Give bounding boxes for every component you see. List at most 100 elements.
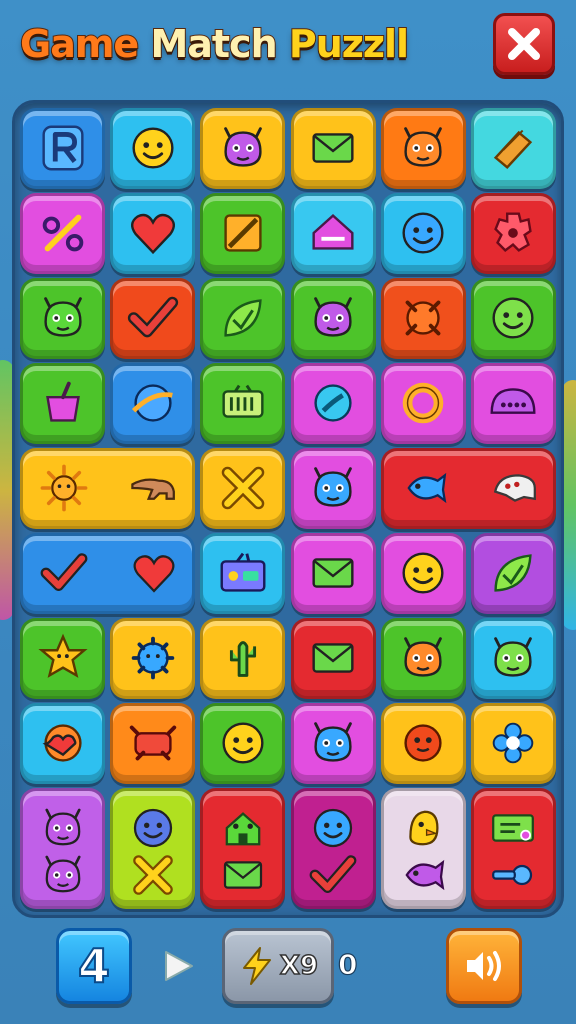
tile-bucket-icon[interactable] [20, 363, 106, 444]
dome-icon [490, 388, 536, 415]
purple-monster-icon [45, 808, 81, 846]
tile-letter-r-icon[interactable] [20, 108, 106, 189]
tile-dome-icon[interactable] [470, 363, 556, 444]
tile-x-mark-icon[interactable] [200, 448, 286, 529]
tile-scissors-icon[interactable] [20, 193, 106, 274]
checkmark-icon [309, 855, 357, 893]
tile-purple-monster-icon-purple-monster-icon[interactable] [20, 788, 106, 909]
tile-crossed-box-icon[interactable] [200, 193, 286, 274]
envelope-icon [312, 133, 354, 163]
tile-green-monster-icon[interactable] [20, 278, 106, 359]
close-button[interactable] [493, 13, 555, 75]
heart-icon [133, 555, 175, 593]
bucket-icon [45, 381, 80, 422]
orange-monster-icon [404, 637, 443, 677]
tile-cactus-icon[interactable] [200, 618, 286, 699]
tile-checkmark-icon[interactable] [110, 278, 196, 359]
tile-orange-monster-icon[interactable] [380, 618, 466, 699]
tile-checkmark-icon-heart-icon[interactable] [20, 533, 196, 614]
tile-blue-face-icon-checkmark-icon[interactable] [290, 788, 376, 909]
orange-monster-icon [404, 127, 443, 167]
x-mark-icon [132, 855, 173, 895]
leaf-check-icon [224, 299, 262, 337]
tile-green-frog-icon[interactable] [470, 618, 556, 699]
blue-fish-icon [407, 473, 447, 504]
tile-house-icon[interactable] [290, 193, 376, 274]
play-arrow-icon[interactable] [160, 948, 196, 984]
tile-envelope-icon[interactable] [290, 618, 376, 699]
game-board [12, 100, 564, 918]
tile-envelope-icon[interactable] [290, 533, 376, 614]
sound-button[interactable] [446, 928, 522, 1004]
tile-star-face-icon[interactable] [20, 618, 106, 699]
tile-green-smiley-icon[interactable] [470, 278, 556, 359]
planet-icon [131, 384, 173, 422]
tile-red-ball-icon[interactable] [380, 703, 466, 784]
tile-yellow-face-icon[interactable] [200, 703, 286, 784]
smiley-face-icon [132, 127, 174, 169]
battery-icon [222, 385, 264, 418]
tile-blue-blob-icon[interactable] [290, 703, 376, 784]
tile-blue-flower-icon[interactable] [470, 703, 556, 784]
tile-blue-ball-icon-x-mark-icon[interactable] [110, 788, 196, 909]
tile-sun-icon-anteater-icon[interactable] [20, 448, 196, 529]
lightning-icon [242, 947, 271, 985]
purple-fish-icon [405, 859, 445, 891]
tile-battery-icon[interactable] [200, 363, 286, 444]
leaf-check-icon [494, 554, 533, 592]
tile-envelope-icon[interactable] [290, 108, 376, 189]
tile-orange-monster-icon[interactable] [380, 108, 466, 189]
tile-leaf-check-icon[interactable] [470, 533, 556, 614]
tile-yellow-face-icon[interactable] [380, 533, 466, 614]
sun-icon [40, 464, 88, 512]
tile-purple-monster-icon[interactable] [200, 108, 286, 189]
tile-wood-block-icon[interactable] [470, 108, 556, 189]
boost-button[interactable]: X9 [222, 928, 334, 1004]
radio-icon [220, 553, 266, 592]
purple-cat-icon [314, 297, 352, 337]
crossed-box-icon [224, 214, 262, 252]
wood-block-icon [494, 130, 533, 170]
tile-green-house-icon-envelope-icon[interactable] [200, 788, 286, 909]
tile-blue-face-icon[interactable] [380, 193, 466, 274]
checkmark-icon [127, 296, 178, 338]
orange-ball-icon [405, 300, 441, 336]
title-part-1: Game [19, 21, 151, 67]
envelope-icon [312, 643, 354, 673]
yellow-face-icon [222, 722, 264, 764]
tile-planet-icon[interactable] [110, 363, 196, 444]
tile-blue-germ-icon[interactable] [110, 618, 196, 699]
tile-purple-cat-icon[interactable] [290, 278, 376, 359]
gear-icon [494, 212, 533, 253]
skull-icon [493, 474, 536, 503]
yellow-bird-icon [409, 810, 439, 846]
tile-blue-fish-icon-skull-icon[interactable] [380, 448, 556, 529]
title-part-3: Puzzll [288, 21, 410, 67]
star-face-icon [37, 633, 88, 679]
green-smiley-icon [492, 297, 534, 339]
tile-heart-icon[interactable] [110, 193, 196, 274]
envelope-icon [312, 558, 354, 588]
purple-monster-icon [224, 127, 262, 167]
tile-leaf-check-icon[interactable] [200, 278, 286, 359]
tile-ring-icon[interactable] [380, 363, 466, 444]
tile-crab-icon[interactable] [110, 703, 196, 784]
tile-yellow-bird-icon-purple-fish-icon[interactable] [380, 788, 466, 909]
tile-gear-icon[interactable] [470, 193, 556, 274]
tile-blue-blob-icon[interactable] [290, 448, 376, 529]
tile-globe-icon[interactable] [290, 363, 376, 444]
globe-icon [314, 384, 352, 422]
score-value: 0 [337, 947, 358, 981]
tile-radio-icon[interactable] [200, 533, 286, 614]
tile-ticket-icon-key-icon[interactable] [470, 788, 556, 909]
green-frog-icon [494, 637, 533, 677]
blue-flower-icon [493, 722, 534, 764]
envelope-icon [223, 861, 263, 889]
tile-smiley-face-icon[interactable] [110, 108, 196, 189]
tile-heart-badge-icon[interactable] [20, 703, 106, 784]
cactus-icon [229, 641, 256, 678]
level-button[interactable]: 4 [56, 928, 132, 1004]
tile-orange-ball-icon[interactable] [380, 278, 466, 359]
blue-face-icon [402, 212, 444, 254]
green-monster-icon [43, 297, 82, 337]
